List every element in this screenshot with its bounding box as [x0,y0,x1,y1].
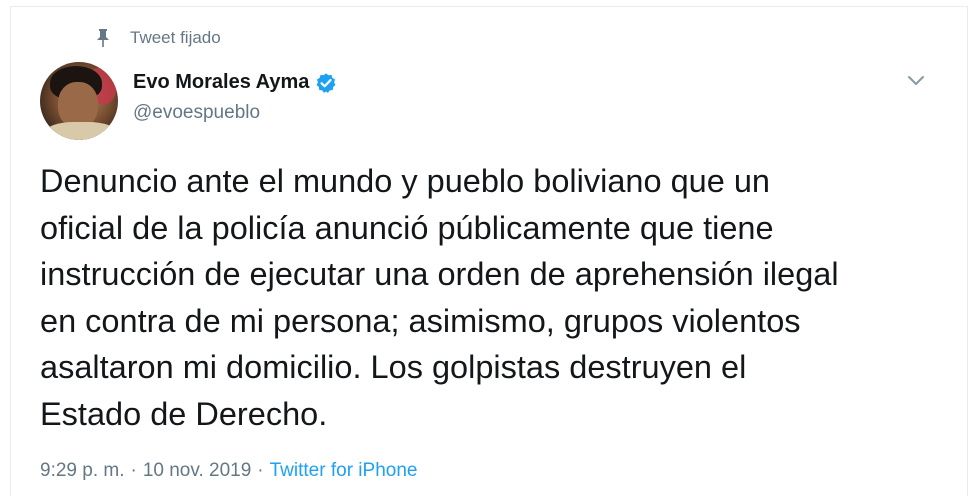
meta-separator: · [130,460,137,481]
pinned-label: Tweet fijado [130,28,221,47]
author-name[interactable]: Evo Morales Ayma [133,71,309,94]
pinned-indicator: Tweet fijado [96,28,221,48]
verified-badge-icon [315,72,337,94]
tweet-meta: 9:29 p. m. · 10 nov. 2019 · Twitter for … [40,460,417,482]
tweet-source-link[interactable]: Twitter for iPhone [270,460,418,482]
pin-icon [96,29,110,47]
tweet-date[interactable]: 10 nov. 2019 [143,460,251,482]
tweet-text: Denuncio ante el mundo y pueblo bolivian… [40,163,839,432]
avatar[interactable] [40,62,118,140]
author-handle[interactable]: @evoespueblo [133,102,260,124]
meta-separator: · [257,460,264,481]
chevron-down-icon[interactable] [905,70,927,92]
tweet-time[interactable]: 9:29 p. m. [40,460,125,482]
author-name-row[interactable]: Evo Morales Ayma [133,71,337,94]
